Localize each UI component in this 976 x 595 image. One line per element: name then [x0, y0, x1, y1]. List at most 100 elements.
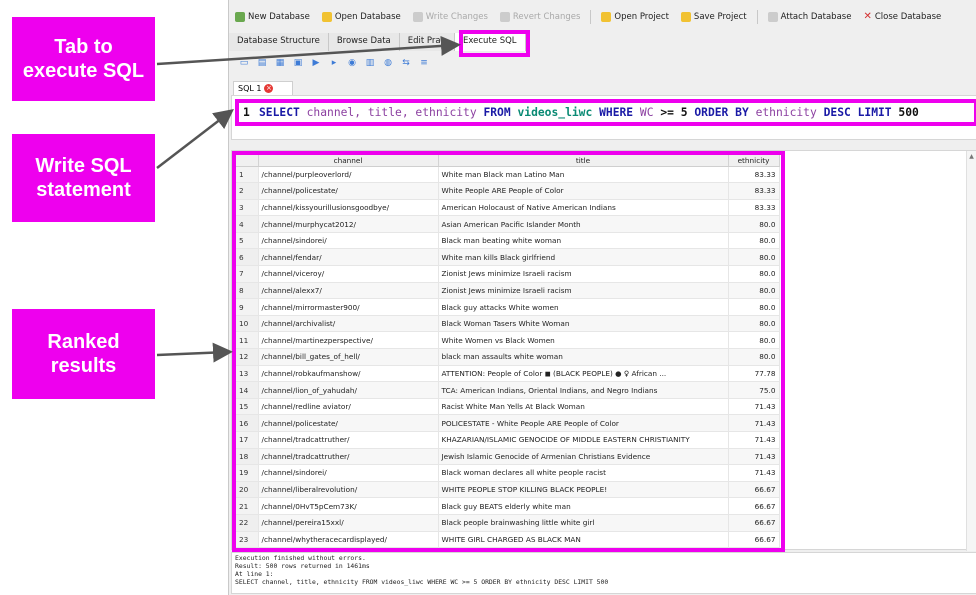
- ethnicity-cell[interactable]: 83.33: [728, 166, 780, 184]
- ethnicity-cell[interactable]: 66.67: [728, 514, 780, 532]
- channel-cell[interactable]: /channel/murphycat2012/: [258, 215, 439, 233]
- row-number[interactable]: 20: [236, 481, 259, 499]
- channel-cell[interactable]: /channel/redline aviator/: [258, 398, 439, 416]
- title-cell[interactable]: Racist White Man Yells At Black Woman: [438, 398, 729, 416]
- table-row[interactable]: 7/channel/viceroy/Zionist Jews minimize …: [236, 265, 780, 283]
- channel-cell[interactable]: /channel/purpleoverlord/: [258, 166, 439, 184]
- ethnicity-cell[interactable]: 80.0: [728, 298, 780, 316]
- sql-statement-line[interactable]: 1 SELECT channel, title, ethnicity FROM …: [235, 99, 976, 126]
- ethnicity-cell[interactable]: 66.67: [728, 497, 780, 515]
- channel-cell[interactable]: /channel/alexx7/: [258, 282, 439, 300]
- table-row[interactable]: 13/channel/robkaufmanshow/ATTENTION: Peo…: [236, 365, 780, 383]
- title-cell[interactable]: Zionist Jews minimize Israeli racism: [438, 282, 729, 300]
- close-tab-icon[interactable]: ×: [264, 84, 274, 93]
- ethnicity-cell[interactable]: 71.43: [728, 431, 780, 449]
- save-results-icon[interactable]: ▥: [365, 58, 375, 68]
- editor-tab[interactable]: SQL 1 ×: [233, 81, 293, 95]
- channel-cell[interactable]: /channel/policestate/: [258, 182, 439, 200]
- title-cell[interactable]: Zionist Jews minimize Israeli racism: [438, 265, 729, 283]
- execute-line-icon[interactable]: ▸: [329, 58, 339, 68]
- tab-edit-prag[interactable]: Edit Prag: [399, 33, 456, 51]
- column-header-ethnicity[interactable]: ethnicity: [728, 155, 780, 167]
- table-row[interactable]: 20/channel/liberalrevolution/WHITE PEOPL…: [236, 481, 780, 499]
- row-number[interactable]: 10: [236, 315, 259, 333]
- table-row[interactable]: 15/channel/redline aviator/Racist White …: [236, 398, 780, 416]
- title-cell[interactable]: POLICESTATE - White People ARE People of…: [438, 414, 729, 432]
- sql-text[interactable]: SELECT channel, title, ethnicity FROM vi…: [259, 106, 919, 119]
- title-cell[interactable]: WHITE GIRL CHARGED AS BLACK MAN: [438, 531, 729, 548]
- row-number[interactable]: 21: [236, 497, 259, 515]
- channel-cell[interactable]: /channel/tradcattruther/: [258, 448, 439, 466]
- ethnicity-cell[interactable]: 80.0: [728, 315, 780, 333]
- new-database-button[interactable]: New Database: [229, 8, 316, 26]
- find-icon[interactable]: ◍: [383, 58, 393, 68]
- tab-database-structure[interactable]: Database Structure: [229, 33, 329, 51]
- table-row[interactable]: 4/channel/murphycat2012/Asian American P…: [236, 215, 780, 233]
- title-cell[interactable]: TCA: American Indians, Oriental Indians,…: [438, 381, 729, 399]
- table-row[interactable]: 8/channel/alexx7/Zionist Jews minimize I…: [236, 282, 780, 300]
- write-changes-button[interactable]: Write Changes: [407, 8, 494, 26]
- title-cell[interactable]: KHAZARIAN/ISLAMIC GENOCIDE OF MIDDLE EAS…: [438, 431, 729, 449]
- tab-browse-data[interactable]: Browse Data: [328, 33, 400, 51]
- table-row[interactable]: 2/channel/policestate/White People ARE P…: [236, 182, 780, 200]
- row-number[interactable]: 14: [236, 381, 259, 399]
- channel-cell[interactable]: /channel/tradcattruther/: [258, 431, 439, 449]
- title-cell[interactable]: Black guy BEATS elderly white man: [438, 497, 729, 515]
- row-number[interactable]: 2: [236, 182, 259, 200]
- ethnicity-cell[interactable]: 80.0: [728, 348, 780, 366]
- table-row[interactable]: 5/channel/sindorei/Black man beating whi…: [236, 232, 780, 250]
- ethnicity-cell[interactable]: 77.78: [728, 365, 780, 383]
- print-icon[interactable]: ▣: [293, 58, 303, 68]
- table-row[interactable]: 10/channel/archivalist/Black Woman Taser…: [236, 315, 780, 333]
- row-number[interactable]: 8: [236, 282, 259, 300]
- open-tab-icon[interactable]: ▭: [239, 58, 249, 68]
- table-row[interactable]: 18/channel/tradcattruther/Jewish Islamic…: [236, 448, 780, 466]
- row-number[interactable]: 5: [236, 232, 259, 250]
- title-cell[interactable]: White Women vs Black Women: [438, 331, 729, 350]
- open-database-button[interactable]: Open Database: [316, 8, 407, 26]
- title-cell[interactable]: WHITE PEOPLE STOP KILLING BLACK PEOPLE!: [438, 481, 729, 499]
- row-number[interactable]: 16: [236, 414, 259, 432]
- channel-cell[interactable]: /channel/lion_of_yahudah/: [258, 381, 439, 399]
- column-header-title[interactable]: title: [438, 155, 729, 167]
- title-cell[interactable]: Black man beating white woman: [438, 232, 729, 250]
- table-row[interactable]: 6/channel/fendar/White man kills Black g…: [236, 248, 780, 267]
- ethnicity-cell[interactable]: 80.0: [728, 248, 780, 267]
- ethnicity-cell[interactable]: 83.33: [728, 199, 780, 217]
- title-cell[interactable]: American Holocaust of Native American In…: [438, 199, 729, 217]
- stop-icon[interactable]: ◉: [347, 58, 357, 68]
- close-database-button[interactable]: ✕ Close Database: [857, 8, 947, 26]
- row-number[interactable]: 6: [236, 248, 259, 267]
- title-cell[interactable]: Black woman declares all white people ra…: [438, 464, 729, 482]
- table-row[interactable]: 1/channel/purpleoverlord/White man Black…: [236, 166, 780, 184]
- channel-cell[interactable]: /channel/liberalrevolution/: [258, 481, 439, 499]
- title-cell[interactable]: White man kills Black girlfriend: [438, 248, 729, 267]
- ethnicity-cell[interactable]: 83.33: [728, 182, 780, 200]
- ethnicity-cell[interactable]: 80.0: [728, 331, 780, 350]
- channel-cell[interactable]: /channel/archivalist/: [258, 315, 439, 333]
- row-number[interactable]: 13: [236, 365, 259, 383]
- ethnicity-cell[interactable]: 80.0: [728, 282, 780, 300]
- ethnicity-cell[interactable]: 75.0: [728, 381, 780, 399]
- channel-cell[interactable]: /channel/bill_gates_of_hell/: [258, 348, 439, 366]
- row-number[interactable]: 22: [236, 514, 259, 532]
- table-row[interactable]: 17/channel/tradcattruther/KHAZARIAN/ISLA…: [236, 431, 780, 449]
- results-grid[interactable]: channel title ethnicity 1/channel/purpleov…: [232, 151, 785, 552]
- title-cell[interactable]: ATTENTION: People of Color ◼ (BLACK PEOP…: [438, 365, 729, 383]
- comment-icon[interactable]: ≡: [419, 58, 429, 68]
- table-row[interactable]: 22/channel/pereira15xxl/Black people bra…: [236, 514, 780, 532]
- title-cell[interactable]: Black people brainwashing little white g…: [438, 514, 729, 532]
- table-row[interactable]: 11/channel/martinezperspective/White Wom…: [236, 331, 780, 350]
- ethnicity-cell[interactable]: 66.67: [728, 531, 780, 548]
- row-number[interactable]: 18: [236, 448, 259, 466]
- ethnicity-cell[interactable]: 71.43: [728, 464, 780, 482]
- row-number[interactable]: 9: [236, 298, 259, 316]
- ethnicity-cell[interactable]: 71.43: [728, 398, 780, 416]
- row-number[interactable]: 1: [236, 166, 259, 184]
- attach-database-button[interactable]: Attach Database: [762, 8, 858, 26]
- row-number[interactable]: 15: [236, 398, 259, 416]
- title-cell[interactable]: black man assaults white woman: [438, 348, 729, 366]
- channel-cell[interactable]: /channel/sindorei/: [258, 232, 439, 250]
- channel-cell[interactable]: /channel/viceroy/: [258, 265, 439, 283]
- title-cell[interactable]: Asian American Pacific Islander Month: [438, 215, 729, 233]
